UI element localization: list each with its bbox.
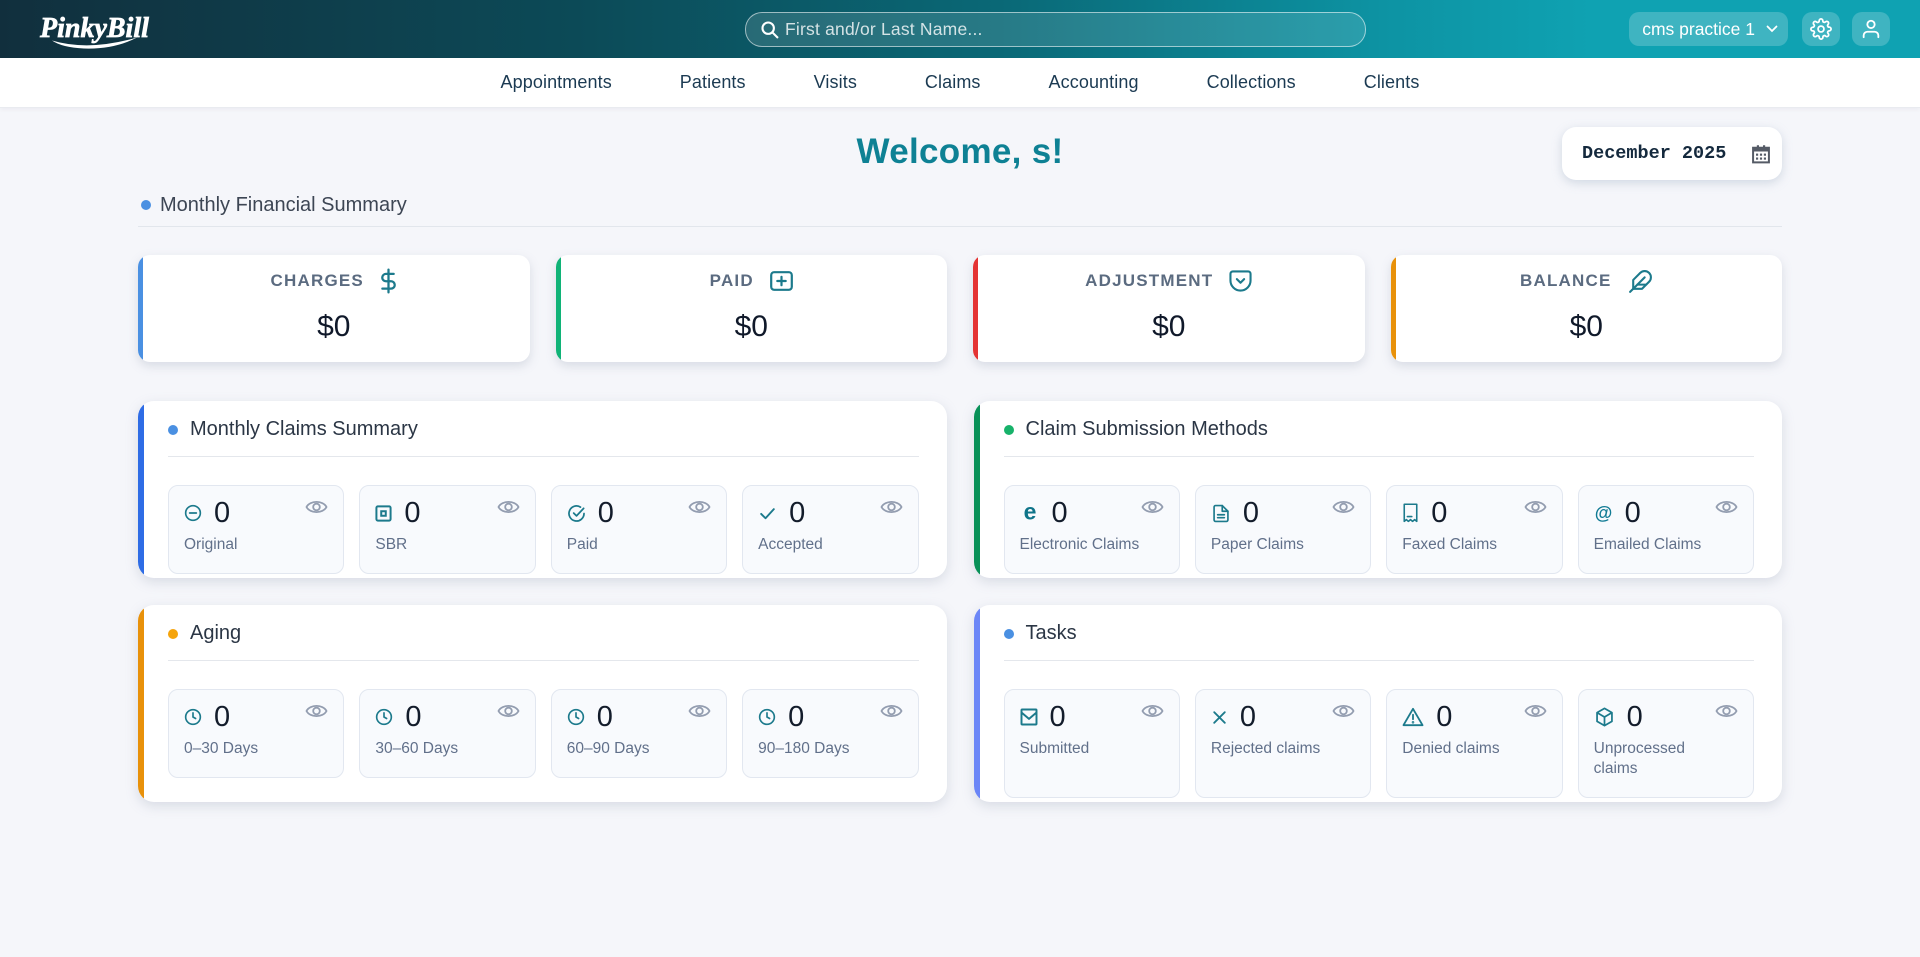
svg-text:e: e — [1023, 502, 1036, 524]
svg-text:@: @ — [1594, 503, 1612, 523]
